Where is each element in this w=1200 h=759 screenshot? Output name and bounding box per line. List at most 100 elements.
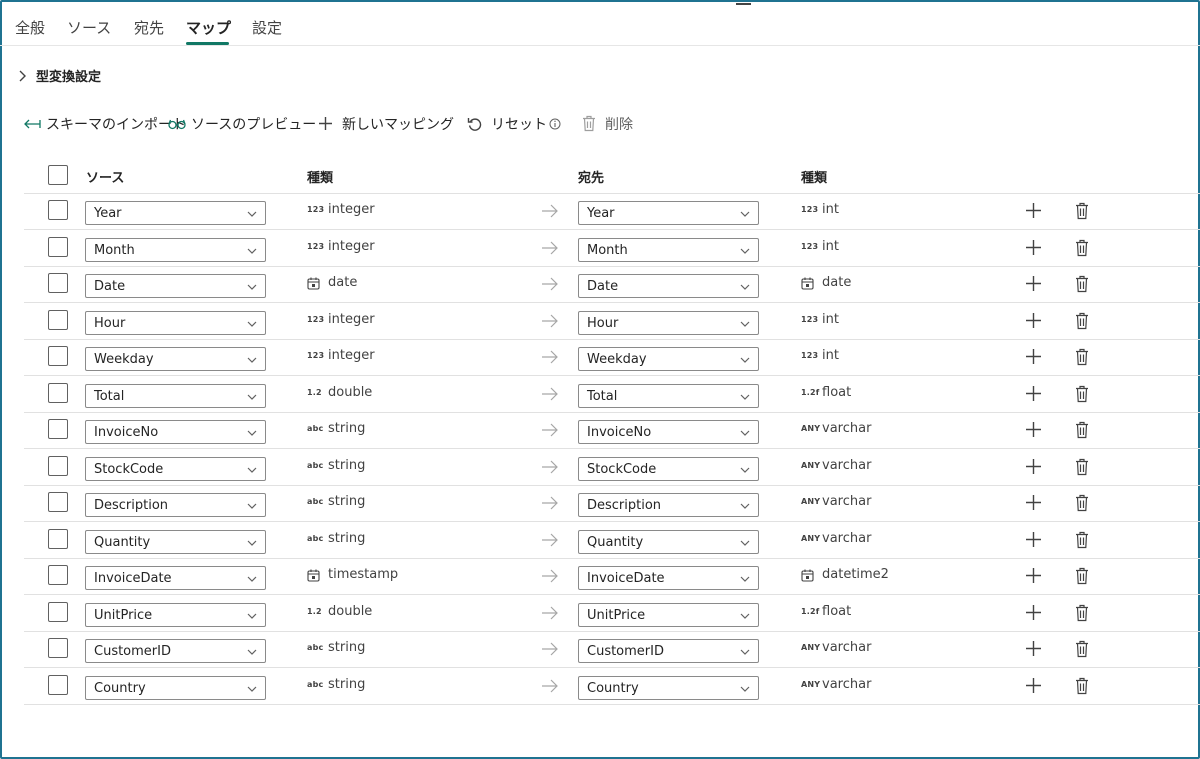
add-mapping-button[interactable] (1025, 202, 1042, 223)
destination-column-dropdown[interactable]: Date (578, 274, 759, 298)
delete-mapping-button[interactable] (1075, 421, 1089, 443)
tab-destination[interactable]: 宛先 (134, 17, 164, 38)
add-mapping-button[interactable] (1025, 385, 1042, 406)
source-column-dropdown[interactable]: CustomerID (85, 639, 266, 663)
source-column-dropdown[interactable]: Year (85, 201, 266, 225)
source-column-dropdown[interactable]: Quantity (85, 530, 266, 554)
destination-column-dropdown[interactable]: Hour (578, 311, 759, 335)
row-checkbox[interactable] (48, 638, 68, 658)
delete-button[interactable]: 削除 (582, 113, 637, 133)
destination-column-dropdown[interactable]: Quantity (578, 530, 759, 554)
row-checkbox[interactable] (48, 565, 68, 585)
add-mapping-button[interactable] (1025, 458, 1042, 479)
destination-column-dropdown[interactable]: Month (578, 238, 759, 262)
plus-icon (1026, 532, 1041, 547)
source-column-dropdown[interactable]: UnitPrice (85, 603, 266, 627)
source-column-dropdown[interactable]: Hour (85, 311, 266, 335)
mapping-row: UnitPrice 1.2 double UnitPrice 1.2f float (24, 595, 1200, 632)
delete-mapping-button[interactable] (1075, 275, 1089, 297)
add-mapping-button[interactable] (1025, 421, 1042, 442)
add-mapping-button[interactable] (1025, 348, 1042, 369)
delete-mapping-button[interactable] (1075, 458, 1089, 480)
chevron-down-icon (740, 430, 750, 436)
destination-column-dropdown[interactable]: Year (578, 201, 759, 225)
add-mapping-button[interactable] (1025, 640, 1042, 661)
add-mapping-button[interactable] (1025, 677, 1042, 698)
delete-mapping-button[interactable] (1075, 677, 1089, 699)
tab-mapping[interactable]: マップ (186, 17, 231, 38)
reset-button[interactable]: リセット (467, 113, 565, 133)
source-column-dropdown[interactable]: Date (85, 274, 266, 298)
source-column-dropdown[interactable]: Description (85, 493, 266, 517)
destination-column-dropdown[interactable]: Country (578, 676, 759, 700)
source-column-dropdown[interactable]: StockCode (85, 457, 266, 481)
new-mapping-button[interactable]: 新しいマッピング (318, 113, 454, 133)
row-checkbox[interactable] (48, 602, 68, 622)
mapping-arrow (541, 641, 559, 660)
source-column-dropdown[interactable]: Country (85, 676, 266, 700)
destination-column-dropdown[interactable]: UnitPrice (578, 603, 759, 627)
import-schema-button[interactable]: スキーマのインポート (24, 113, 186, 133)
tab-general[interactable]: 全般 (15, 17, 45, 38)
plus-icon (319, 117, 332, 130)
trash-icon (1076, 567, 1088, 585)
row-checkbox[interactable] (48, 200, 68, 220)
add-mapping-button[interactable] (1025, 312, 1042, 333)
add-mapping-button[interactable] (1025, 494, 1042, 515)
row-checkbox[interactable] (48, 346, 68, 366)
delete-mapping-button[interactable] (1075, 239, 1089, 261)
tab-source[interactable]: ソース (67, 17, 111, 38)
add-mapping-button[interactable] (1025, 604, 1042, 625)
row-checkbox[interactable] (48, 237, 68, 257)
delete-mapping-button[interactable] (1075, 312, 1089, 334)
delete-mapping-button[interactable] (1075, 202, 1089, 224)
destination-column-dropdown[interactable]: InvoiceDate (578, 566, 759, 590)
row-checkbox[interactable] (48, 456, 68, 476)
delete-mapping-button[interactable] (1075, 567, 1089, 589)
delete-mapping-button[interactable] (1075, 531, 1089, 553)
chevron-down-icon (247, 394, 257, 400)
chevron-down-icon (247, 576, 257, 582)
source-column-value: Weekday (94, 352, 154, 367)
row-checkbox[interactable] (48, 492, 68, 512)
source-column-dropdown[interactable]: InvoiceNo (85, 420, 266, 444)
trash-icon (1076, 275, 1088, 293)
row-checkbox[interactable] (48, 273, 68, 293)
add-mapping-button[interactable] (1025, 567, 1042, 588)
row-checkbox[interactable] (48, 383, 68, 403)
destination-column-dropdown[interactable]: CustomerID (578, 639, 759, 663)
source-column-value: UnitPrice (94, 608, 153, 623)
delete-mapping-button[interactable] (1075, 385, 1089, 407)
row-checkbox[interactable] (48, 419, 68, 439)
plus-icon (1026, 349, 1041, 364)
source-column-dropdown[interactable]: Month (85, 238, 266, 262)
chevron-down-icon (740, 284, 750, 290)
destination-column-dropdown[interactable]: Weekday (578, 347, 759, 371)
destination-column-dropdown[interactable]: StockCode (578, 457, 759, 481)
row-checkbox[interactable] (48, 675, 68, 695)
preview-source-button[interactable]: ソースのプレビュー (168, 113, 316, 133)
tab-settings[interactable]: 設定 (252, 17, 282, 38)
mapping-row: Hour 123 integer Hour 123 int (24, 303, 1200, 340)
destination-column-dropdown[interactable]: InvoiceNo (578, 420, 759, 444)
destination-column-dropdown[interactable]: Description (578, 493, 759, 517)
arrow-right-icon (542, 350, 558, 364)
select-all-checkbox[interactable] (48, 165, 68, 185)
add-mapping-button[interactable] (1025, 275, 1042, 296)
source-column-dropdown[interactable]: InvoiceDate (85, 566, 266, 590)
destination-column-dropdown[interactable]: Total (578, 384, 759, 408)
delete-mapping-button[interactable] (1075, 348, 1089, 370)
delete-mapping-button[interactable] (1075, 640, 1089, 662)
source-column-dropdown[interactable]: Total (85, 384, 266, 408)
chevron-down-icon (247, 649, 257, 655)
row-checkbox[interactable] (48, 310, 68, 330)
destination-column-value: Year (587, 206, 615, 221)
delete-mapping-button[interactable] (1075, 604, 1089, 626)
add-mapping-button[interactable] (1025, 531, 1042, 552)
destination-type-label: varchar (822, 677, 872, 692)
source-column-dropdown[interactable]: Weekday (85, 347, 266, 371)
add-mapping-button[interactable] (1025, 239, 1042, 260)
chevron-down-icon (740, 467, 750, 473)
row-checkbox[interactable] (48, 529, 68, 549)
delete-mapping-button[interactable] (1075, 494, 1089, 516)
